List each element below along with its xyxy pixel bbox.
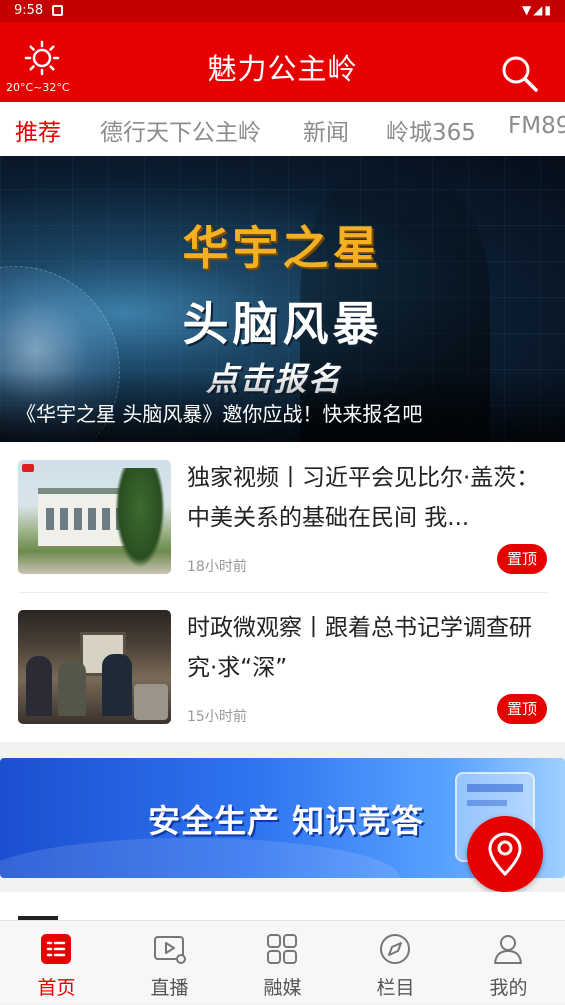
live-video-icon (154, 936, 186, 964)
news-title: 独家视频丨习近平会见比尔·盖茨：中美关系的基础在民间 我... (187, 465, 540, 531)
banner-caption: 《华宇之星 头脑风暴》邀你应战！快来报名吧 (16, 402, 423, 426)
nav-live[interactable]: 直播 (113, 921, 226, 1005)
status-time: 9:58 (14, 3, 44, 18)
nav-label: 我的 (489, 977, 528, 999)
banner-headline-line1: 华宇之星 (182, 221, 383, 275)
thumbnail-tree (115, 468, 165, 568)
news-time: 18小时前 (187, 559, 247, 575)
news-time: 15小时前 (187, 709, 247, 725)
banner-headline-line2: 头脑风暴 (182, 297, 383, 351)
column-compass-icon (380, 934, 410, 964)
tab-fm89[interactable]: FM89 (508, 113, 565, 139)
ad-banner-text: 安全生产 知识竞答 (148, 802, 425, 840)
app-title: 魅力公主岭 (207, 52, 358, 86)
tab-lingcheng365[interactable]: 岭城365 (386, 113, 476, 147)
thumbnail-person (102, 654, 132, 716)
hero-banner[interactable]: 华宇之星 头脑风暴 点击报名 《华宇之星 头脑风暴》邀你应战！快来报名吧 (0, 156, 565, 442)
pinned-badge: 置顶 (497, 694, 547, 724)
nav-label: 首页 (37, 977, 76, 999)
system-indicators: ▼◢▮ (521, 3, 553, 17)
status-bar: 9:58 ▼◢▮ (0, 0, 565, 22)
nav-label: 融媒 (263, 977, 302, 999)
next-section-peek (0, 892, 565, 920)
grid-apps-icon (267, 934, 297, 964)
category-tabs: 推荐 德行天下公主岭 新闻 岭城365 FM89 (0, 102, 565, 156)
bottom-navigation: 首页 直播 融媒 栏目 我的 (0, 920, 565, 1004)
pinned-badge: 置顶 (497, 544, 547, 574)
notification-icon (52, 5, 63, 16)
nav-label: 直播 (150, 977, 189, 999)
tab-news[interactable]: 新闻 (303, 113, 349, 147)
news-title: 时政微观察丨跟着总书记学调查研究·求“深” (187, 615, 532, 681)
thumbnail-person (58, 660, 86, 716)
nav-media[interactable]: 融媒 (226, 921, 339, 1005)
profile-icon (494, 935, 522, 964)
banner-wave-decoration (0, 838, 400, 878)
news-thumbnail (18, 460, 171, 574)
location-pin-icon (488, 832, 522, 876)
news-thumbnail (18, 610, 171, 724)
thumbnail-stove (134, 684, 168, 720)
location-button[interactable] (467, 816, 543, 892)
tab-recommend[interactable]: 推荐 (15, 113, 61, 147)
nav-label: 栏目 (376, 977, 415, 999)
thumbnail-person (26, 656, 52, 716)
news-list: 独家视频丨习近平会见比尔·盖茨：中美关系的基础在民间 我... 18小时前 置顶… (0, 442, 565, 742)
list-item[interactable]: 独家视频丨习近平会见比尔·盖茨：中美关系的基础在民间 我... 18小时前 置顶 (0, 442, 565, 592)
home-news-icon (41, 934, 71, 964)
app-header: 20°C~32°C 魅力公主岭 (0, 22, 565, 102)
tab-dexing[interactable]: 德行天下公主岭 (100, 113, 261, 147)
list-item[interactable]: 时政微观察丨跟着总书记学调查研究·求“深” 15小时前 置顶 (0, 592, 565, 742)
nav-profile[interactable]: 我的 (452, 921, 565, 1005)
nav-columns[interactable]: 栏目 (339, 921, 452, 1005)
nav-home[interactable]: 首页 (0, 921, 113, 1005)
search-icon[interactable] (500, 54, 540, 94)
video-badge-icon (22, 464, 34, 472)
